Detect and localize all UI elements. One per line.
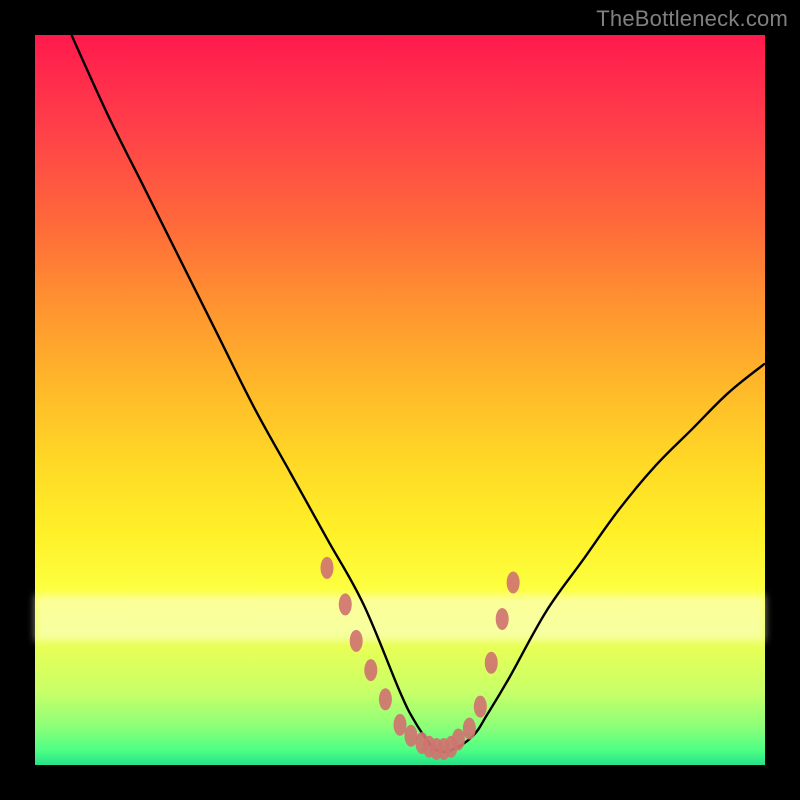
marker-dot	[474, 696, 487, 718]
marker-dot	[350, 630, 363, 652]
watermark-text: TheBottleneck.com	[596, 6, 788, 32]
curve-layer	[72, 35, 766, 752]
marker-dot	[394, 714, 407, 736]
marker-dot	[321, 557, 334, 579]
bottleneck-curve	[72, 35, 766, 752]
marker-dot	[507, 572, 520, 594]
chart-svg	[35, 35, 765, 765]
chart-stage: TheBottleneck.com	[0, 0, 800, 800]
marker-dot	[496, 608, 509, 630]
marker-dot	[452, 728, 465, 750]
marker-dot	[364, 659, 377, 681]
marker-dot	[379, 688, 392, 710]
plot-area	[35, 35, 765, 765]
marker-dot	[485, 652, 498, 674]
marker-dot	[339, 593, 352, 615]
marker-dot	[463, 718, 476, 740]
